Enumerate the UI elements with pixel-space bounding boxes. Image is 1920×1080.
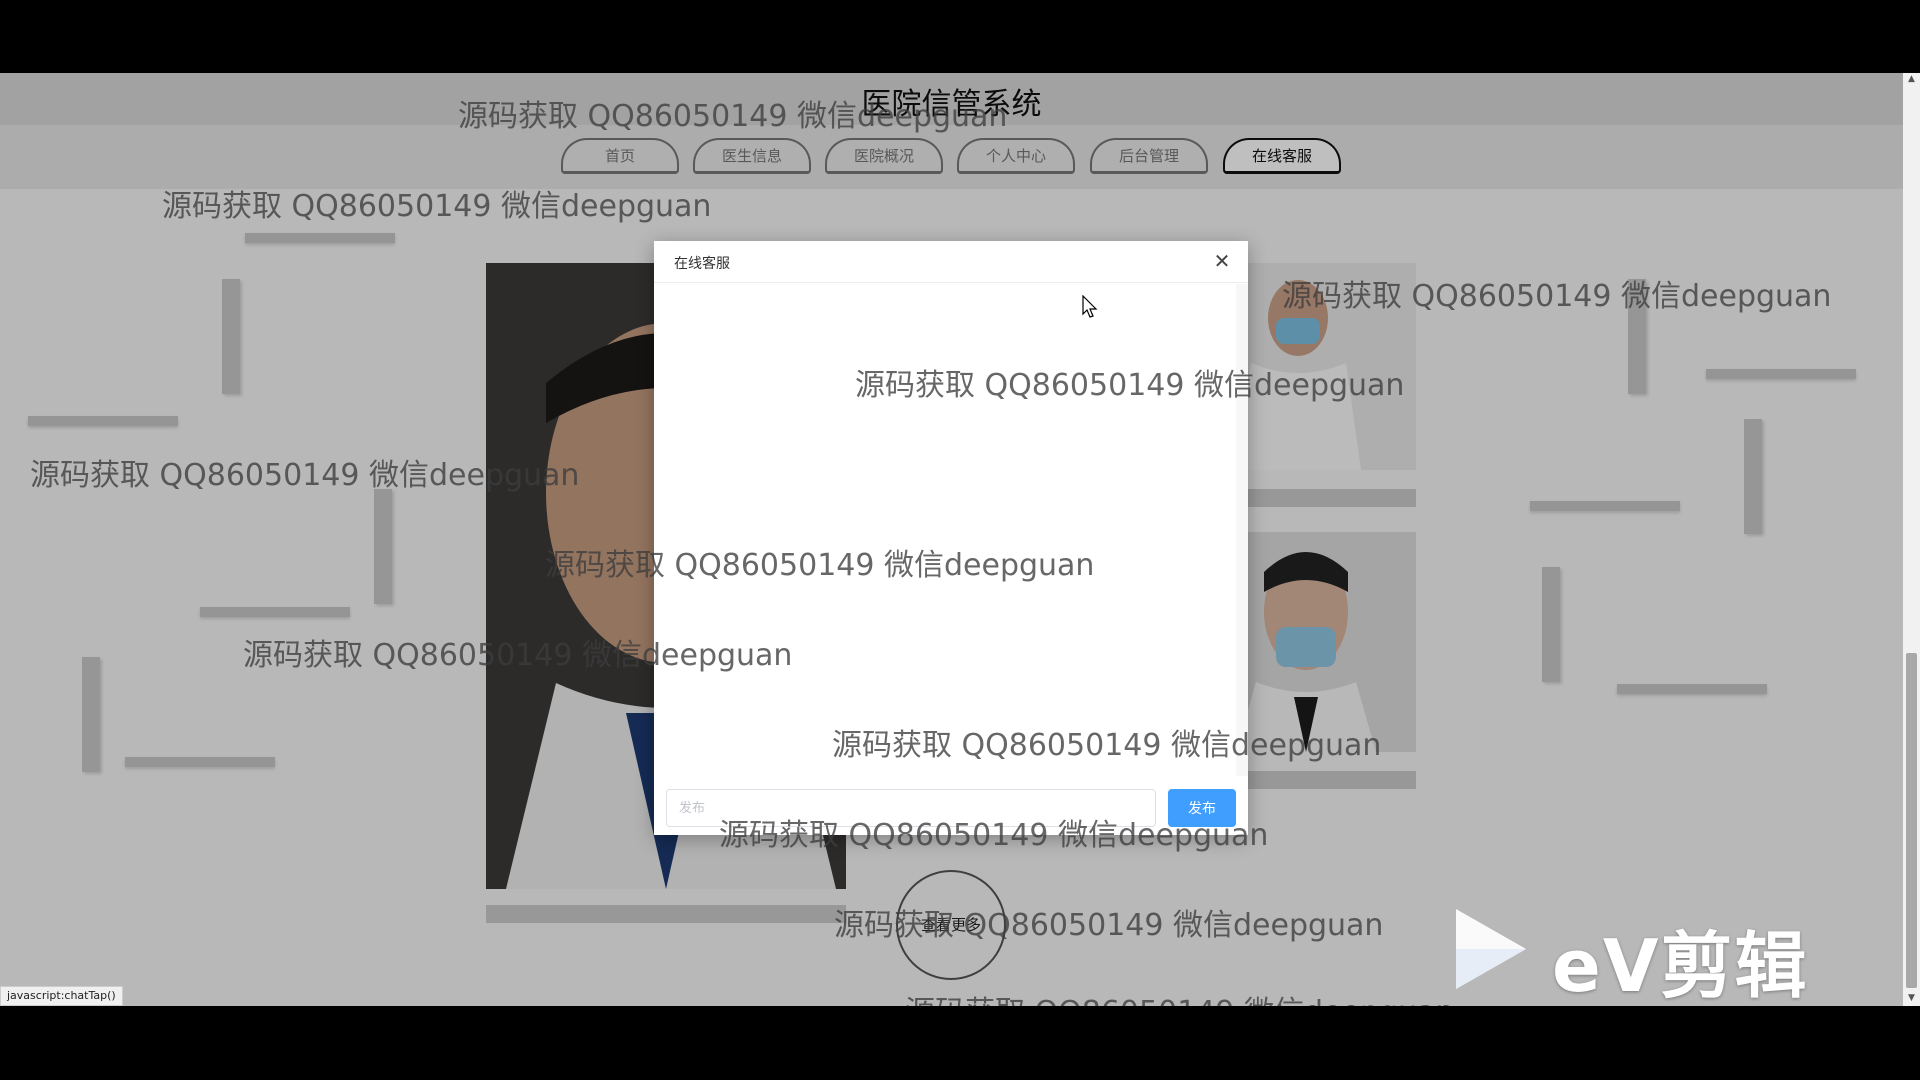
status-bar-link: javascript:chatTap(): [0, 986, 123, 1006]
chat-message-area[interactable]: [654, 284, 1248, 776]
send-button[interactable]: 发布: [1168, 789, 1236, 827]
dialog-header: 在线客服 ✕: [654, 241, 1248, 283]
scroll-thumb[interactable]: [1906, 653, 1917, 988]
dialog-title: 在线客服: [674, 256, 730, 272]
mouse-cursor-icon: [1082, 295, 1098, 318]
close-icon[interactable]: ✕: [1210, 249, 1234, 273]
scroll-up-arrow-icon[interactable]: ▲: [1907, 75, 1916, 84]
video-editor-logo-text: eV剪辑: [1552, 924, 1809, 1006]
online-service-dialog: 在线客服 ✕ 发布: [654, 241, 1248, 835]
page-scrollbar[interactable]: ▲ ▼: [1903, 73, 1920, 1006]
chat-message-input[interactable]: [666, 789, 1156, 827]
scroll-down-arrow-icon[interactable]: ▼: [1907, 994, 1916, 1003]
video-editor-logo: eV剪辑: [1450, 905, 1830, 1006]
chat-scrollbar[interactable]: [1236, 284, 1248, 776]
play-icon: [1456, 909, 1526, 989]
browser-viewport: 医院信管系统 首页 医生信息 医院概况 个人中心 后台管理 在线客服 查看更多 …: [0, 73, 1920, 1006]
